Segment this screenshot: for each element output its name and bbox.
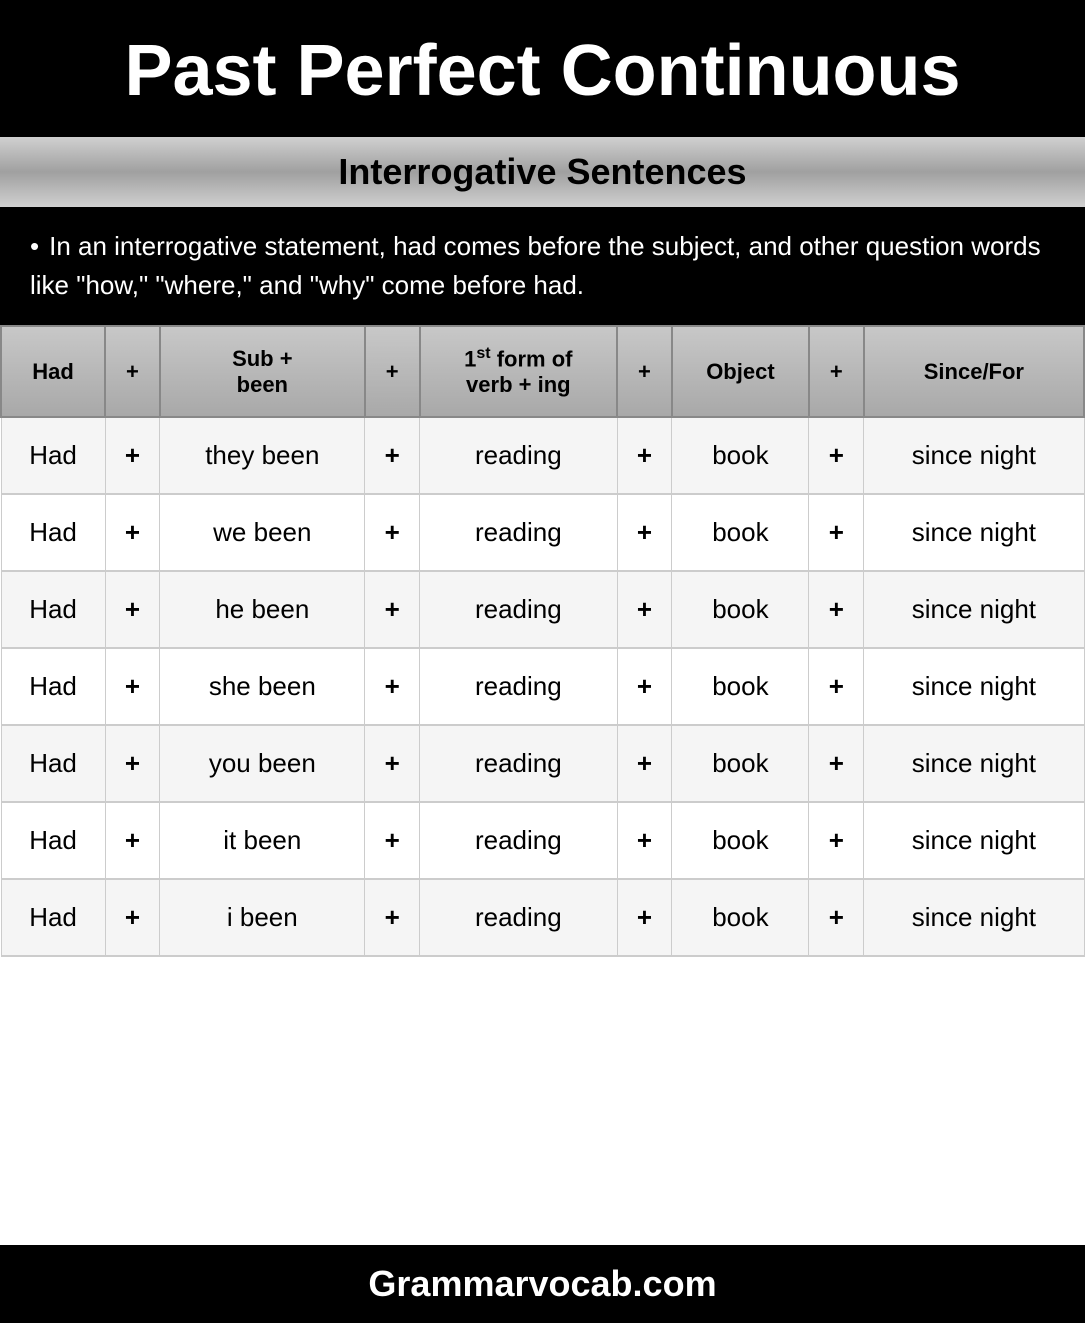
table-header-row: Had + Sub +been + 1st form ofverb + ing … (1, 326, 1084, 417)
description-text: •In an interrogative statement, had come… (30, 227, 1055, 305)
cell-verb: reading (420, 802, 618, 879)
cell-had: Had (1, 802, 105, 879)
cell-sub: i been (160, 879, 365, 956)
cell-object: book (672, 802, 809, 879)
cell-plus4: + (809, 802, 864, 879)
cell-verb: reading (420, 571, 618, 648)
col-verb-form: 1st form ofverb + ing (420, 326, 618, 417)
cell-verb: reading (420, 725, 618, 802)
col-plus1: + (105, 326, 160, 417)
cell-plus1: + (105, 494, 160, 571)
col-had: Had (1, 326, 105, 417)
cell-plus2: + (365, 648, 420, 725)
cell-plus1: + (105, 879, 160, 956)
cell-plus4: + (809, 725, 864, 802)
cell-plus4: + (809, 879, 864, 956)
table-row: Had+we been+reading+book+since night (1, 494, 1084, 571)
cell-verb: reading (420, 879, 618, 956)
cell-sub: she been (160, 648, 365, 725)
table-row: Had+they been+reading+book+since night (1, 417, 1084, 494)
footer-section: Grammarvocab.com (0, 1245, 1085, 1323)
cell-plus3: + (617, 802, 672, 879)
col-since-for: Since/For (864, 326, 1084, 417)
col-plus4: + (809, 326, 864, 417)
cell-object: book (672, 417, 809, 494)
cell-object: book (672, 648, 809, 725)
table-row: Had+i been+reading+book+since night (1, 879, 1084, 956)
cell-had: Had (1, 725, 105, 802)
cell-sub: they been (160, 417, 365, 494)
cell-had: Had (1, 494, 105, 571)
cell-plus3: + (617, 879, 672, 956)
cell-plus2: + (365, 417, 420, 494)
cell-plus1: + (105, 725, 160, 802)
cell-plus1: + (105, 417, 160, 494)
cell-object: book (672, 571, 809, 648)
table-section: Had + Sub +been + 1st form ofverb + ing … (0, 325, 1085, 1245)
cell-sincefor: since night (864, 879, 1084, 956)
cell-plus1: + (105, 571, 160, 648)
page-title: Past Perfect Continuous (124, 31, 960, 111)
cell-plus2: + (365, 725, 420, 802)
table-row: Had+he been+reading+book+since night (1, 571, 1084, 648)
cell-sincefor: since night (864, 725, 1084, 802)
cell-plus1: + (105, 802, 160, 879)
cell-verb: reading (420, 648, 618, 725)
cell-plus4: + (809, 494, 864, 571)
table-row: Had+you been+reading+book+since night (1, 725, 1084, 802)
cell-had: Had (1, 417, 105, 494)
description-section: •In an interrogative statement, had come… (0, 207, 1085, 325)
cell-plus3: + (617, 725, 672, 802)
cell-plus2: + (365, 494, 420, 571)
cell-plus1: + (105, 648, 160, 725)
cell-sincefor: since night (864, 571, 1084, 648)
cell-object: book (672, 725, 809, 802)
cell-had: Had (1, 648, 105, 725)
cell-plus4: + (809, 417, 864, 494)
cell-sincefor: since night (864, 648, 1084, 725)
table-row: Had+it been+reading+book+since night (1, 802, 1084, 879)
cell-plus3: + (617, 417, 672, 494)
cell-plus2: + (365, 571, 420, 648)
cell-sincefor: since night (864, 802, 1084, 879)
cell-sub: he been (160, 571, 365, 648)
col-object: Object (672, 326, 809, 417)
cell-plus4: + (809, 648, 864, 725)
col-plus2: + (365, 326, 420, 417)
cell-sub: you been (160, 725, 365, 802)
cell-plus3: + (617, 571, 672, 648)
cell-verb: reading (420, 417, 618, 494)
cell-object: book (672, 494, 809, 571)
main-table: Had + Sub +been + 1st form ofverb + ing … (0, 325, 1085, 957)
cell-verb: reading (420, 494, 618, 571)
table-row: Had+she been+reading+book+since night (1, 648, 1084, 725)
col-sub-been: Sub +been (160, 326, 365, 417)
subtitle-text: Interrogative Sentences (338, 151, 746, 192)
cell-had: Had (1, 571, 105, 648)
cell-plus3: + (617, 648, 672, 725)
cell-sincefor: since night (864, 417, 1084, 494)
cell-plus2: + (365, 802, 420, 879)
cell-plus3: + (617, 494, 672, 571)
cell-sub: we been (160, 494, 365, 571)
cell-object: book (672, 879, 809, 956)
cell-plus2: + (365, 879, 420, 956)
footer-text: Grammarvocab.com (368, 1263, 716, 1304)
bullet-icon: • (30, 227, 39, 266)
subtitle-bar: Interrogative Sentences (0, 137, 1085, 207)
cell-sincefor: since night (864, 494, 1084, 571)
cell-sub: it been (160, 802, 365, 879)
col-plus3: + (617, 326, 672, 417)
cell-had: Had (1, 879, 105, 956)
header-section: Past Perfect Continuous (0, 0, 1085, 137)
cell-plus4: + (809, 571, 864, 648)
